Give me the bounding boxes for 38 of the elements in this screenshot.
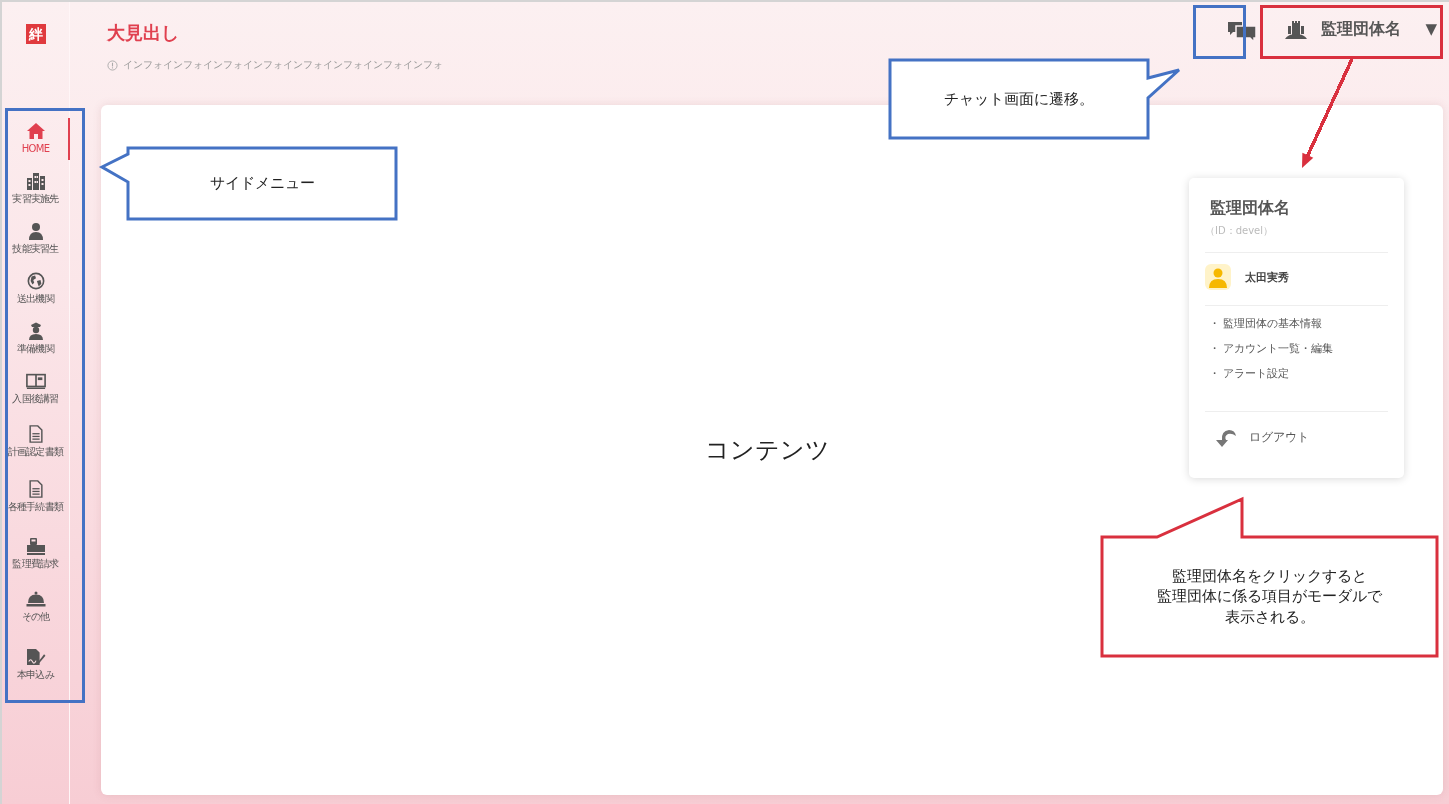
sidebar-item[interactable]: HOME	[2, 118, 69, 168]
buildings-icon	[25, 172, 46, 190]
home-icon	[25, 122, 46, 140]
user-avatar-icon	[1205, 264, 1231, 290]
sidebar-item[interactable]: 計画認定書類	[2, 421, 69, 476]
sidebar-item[interactable]: 監理費請求	[2, 533, 69, 586]
page-title: 大見出し	[107, 21, 180, 45]
modal-menu-link[interactable]: ・ アカウント一覧・編集	[1209, 341, 1388, 356]
callout-text: サイドメニュー	[209, 173, 315, 194]
sidebar-item[interactable]: 準備機関	[2, 318, 69, 368]
callout-text: 監理団体名をクリックすると	[1172, 566, 1367, 587]
info-text: インフォインフォインフォインフォインフォインフォインフォインフォ	[123, 59, 443, 72]
info-icon	[107, 60, 118, 71]
organization-id: （ID：devel）	[1205, 224, 1274, 238]
user-name: 太田実秀	[1245, 269, 1289, 285]
modal-menu-link[interactable]: ・ 監理団体の基本情報	[1209, 316, 1388, 331]
callout-text: 監理団体に係る項目がモーダルで	[1157, 586, 1382, 607]
book-icon	[25, 372, 46, 390]
sidebar-item[interactable]: その他	[2, 586, 69, 644]
logo: 絆	[25, 24, 46, 44]
signed-document-icon	[25, 648, 46, 666]
cash-register-icon	[25, 537, 46, 555]
sidebar-item[interactable]: 本申込み	[2, 644, 69, 700]
sidebar-item[interactable]: 各種手続書類	[2, 476, 69, 533]
castle-icon	[1285, 18, 1308, 40]
globe-icon	[25, 272, 46, 290]
callout-text: 表示される。	[1224, 606, 1315, 627]
bell-icon	[25, 590, 46, 608]
sidebar-item[interactable]: 実習実施先	[2, 168, 69, 218]
sidebar-item[interactable]: 入国後講習	[2, 368, 69, 421]
modal-menu-link[interactable]: ・ アラート設定	[1209, 366, 1388, 381]
modal-title: 監理団体名	[1209, 198, 1291, 219]
callout-text: チャット画面に遷移。	[944, 88, 1094, 110]
logout-link[interactable]: ログアウト	[1205, 412, 1388, 448]
content-text: コンテンツ	[704, 435, 830, 466]
sidebar-item[interactable]: 送出機関	[2, 268, 69, 318]
sidebar-item[interactable]: 技能実習生	[2, 218, 69, 268]
organization-menu-button[interactable]: 監理団体名 ▼	[1285, 10, 1437, 40]
